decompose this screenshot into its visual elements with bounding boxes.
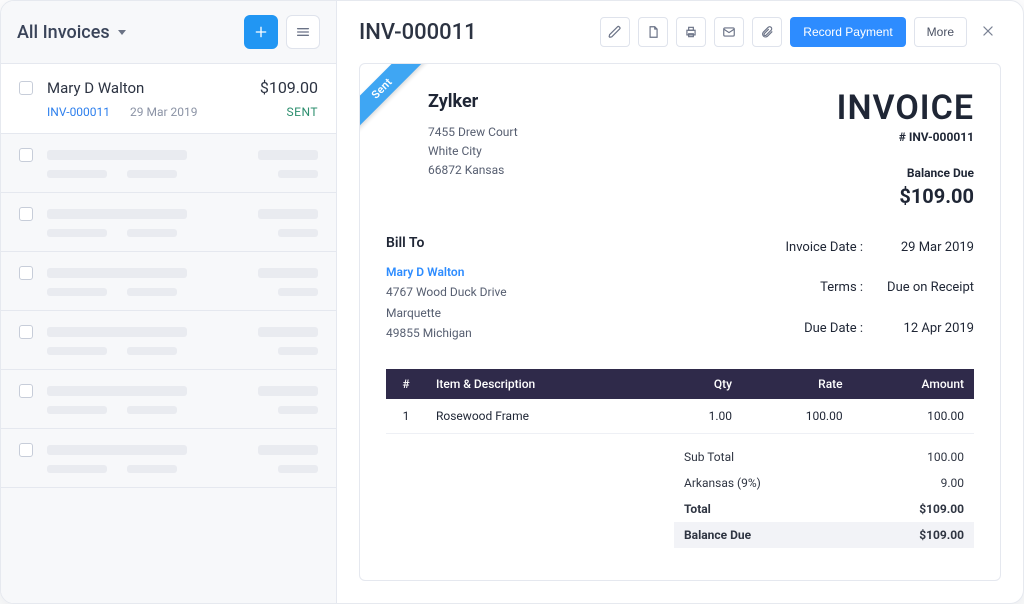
col-index: # <box>386 369 426 399</box>
invoice-row-placeholder[interactable] <box>1 311 336 370</box>
row-checkbox[interactable] <box>19 207 33 221</box>
totals-label: Balance Due <box>684 528 751 542</box>
col-description: Item & Description <box>426 369 658 399</box>
paperclip-icon <box>760 25 774 39</box>
bill-to-block: Bill To Mary D Walton 4767 Wood Duck Dri… <box>386 232 507 343</box>
meta-label: Terms : <box>786 280 864 295</box>
close-button[interactable] <box>975 18 1001 47</box>
row-checkbox[interactable] <box>19 443 33 457</box>
bill-to-line: Marquette <box>386 303 507 323</box>
cell-rate: 100.00 <box>742 399 853 434</box>
print-button[interactable] <box>676 17 706 47</box>
org-block: Zylker 7455 Drew Court White City 66872 … <box>386 88 518 208</box>
cell-description: Rosewood Frame <box>426 399 658 434</box>
app-frame: All Invoices Mary D Walton $109.00 INV <box>0 0 1024 604</box>
meta-value: 29 Mar 2019 <box>887 240 974 255</box>
row-amount: $109.00 <box>260 78 318 97</box>
line-item-row: 1 Rosewood Frame 1.00 100.00 100.00 <box>386 399 974 434</box>
totals-block: Sub Total 100.00 Arkansas (9%) 9.00 Tota… <box>386 444 974 548</box>
row-checkbox[interactable] <box>19 148 33 162</box>
detail-toolbar: Record Payment More <box>600 17 1001 47</box>
invoice-meta: Invoice Date : 29 Mar 2019 Terms : Due o… <box>786 232 975 343</box>
totals-label: Total <box>684 502 711 516</box>
row-checkbox[interactable] <box>19 81 33 95</box>
row-checkbox[interactable] <box>19 384 33 398</box>
detail-title: INV-000011 <box>359 20 477 45</box>
row-checkbox[interactable] <box>19 325 33 339</box>
totals-value: 100.00 <box>927 450 964 464</box>
totals-balance-due: Balance Due $109.00 <box>674 522 974 548</box>
mail-button[interactable] <box>714 17 744 47</box>
list-layout-button[interactable] <box>286 15 320 49</box>
list-filter-dropdown[interactable]: All Invoices <box>17 22 126 43</box>
row-customer: Mary D Walton <box>47 79 144 97</box>
row-status: SENT <box>287 105 319 119</box>
list-header: All Invoices <box>1 1 336 64</box>
row-checkbox[interactable] <box>19 266 33 280</box>
more-button[interactable]: More <box>914 17 967 47</box>
row-invoice-number: INV-000011 <box>47 105 110 119</box>
bill-to-customer[interactable]: Mary D Walton <box>386 262 507 282</box>
balance-due-label: Balance Due <box>837 166 974 180</box>
meta-label: Invoice Date : <box>786 240 864 255</box>
meta-value: 12 Apr 2019 <box>887 321 974 336</box>
meta-label: Due Date : <box>786 321 864 336</box>
doc-label: INVOICE <box>837 88 974 128</box>
col-amount: Amount <box>853 369 974 399</box>
invoice-detail-panel: INV-000011 Record Payment <box>337 1 1023 603</box>
totals-value: $109.00 <box>919 528 964 542</box>
close-icon <box>981 24 995 38</box>
mail-icon <box>722 25 736 39</box>
invoice-row-placeholder[interactable] <box>1 252 336 311</box>
new-invoice-button[interactable] <box>244 15 278 49</box>
balance-due-amount: $109.00 <box>837 184 974 208</box>
invoice-row-selected[interactable]: Mary D Walton $109.00 INV-000011 29 Mar … <box>1 64 336 134</box>
invoice-row-placeholder[interactable] <box>1 193 336 252</box>
org-address-line: 7455 Drew Court <box>428 123 518 142</box>
list-icon <box>295 24 311 40</box>
invoice-list-panel: All Invoices Mary D Walton $109.00 INV <box>1 1 337 603</box>
org-name: Zylker <box>428 88 518 117</box>
detail-header: INV-000011 Record Payment <box>337 1 1023 53</box>
invoice-row-placeholder[interactable] <box>1 370 336 429</box>
totals-label: Sub Total <box>684 450 734 464</box>
pencil-icon <box>608 25 622 39</box>
line-items-table: # Item & Description Qty Rate Amount 1 R… <box>386 369 974 434</box>
invoice-row-placeholder[interactable] <box>1 134 336 193</box>
chevron-down-icon <box>118 30 126 35</box>
doc-summary: INVOICE # INV-000011 Balance Due $109.00 <box>837 88 974 208</box>
doc-number: # INV-000011 <box>837 130 974 144</box>
plus-icon <box>253 24 269 40</box>
totals-value: 9.00 <box>941 476 964 490</box>
bill-to-heading: Bill To <box>386 232 507 256</box>
totals-subtotal: Sub Total 100.00 <box>674 444 974 470</box>
totals-tax: Arkansas (9%) 9.00 <box>674 470 974 496</box>
col-qty: Qty <box>658 369 742 399</box>
pdf-icon <box>646 25 660 39</box>
totals-label: Arkansas (9%) <box>684 476 761 490</box>
org-address-line: White City <box>428 142 518 161</box>
list-body: Mary D Walton $109.00 INV-000011 29 Mar … <box>1 64 336 603</box>
bill-to-line: 49855 Michigan <box>386 323 507 343</box>
totals-value: $109.00 <box>919 502 964 516</box>
meta-value: Due on Receipt <box>887 280 974 295</box>
row-date: 29 Mar 2019 <box>130 105 198 119</box>
cell-amount: 100.00 <box>853 399 974 434</box>
pdf-button[interactable] <box>638 17 668 47</box>
printer-icon <box>684 25 698 39</box>
bill-to-line: 4767 Wood Duck Drive <box>386 282 507 302</box>
list-filter-label: All Invoices <box>17 22 110 43</box>
cell-index: 1 <box>386 399 426 434</box>
org-address-line: 66872 Kansas <box>428 161 518 180</box>
invoice-document: Sent Zylker 7455 Drew Court White City 6… <box>359 63 1001 581</box>
record-payment-button[interactable]: Record Payment <box>790 17 905 47</box>
attach-button[interactable] <box>752 17 782 47</box>
edit-button[interactable] <box>600 17 630 47</box>
cell-qty: 1.00 <box>658 399 742 434</box>
totals-total: Total $109.00 <box>674 496 974 522</box>
col-rate: Rate <box>742 369 853 399</box>
invoice-row-placeholder[interactable] <box>1 429 336 488</box>
